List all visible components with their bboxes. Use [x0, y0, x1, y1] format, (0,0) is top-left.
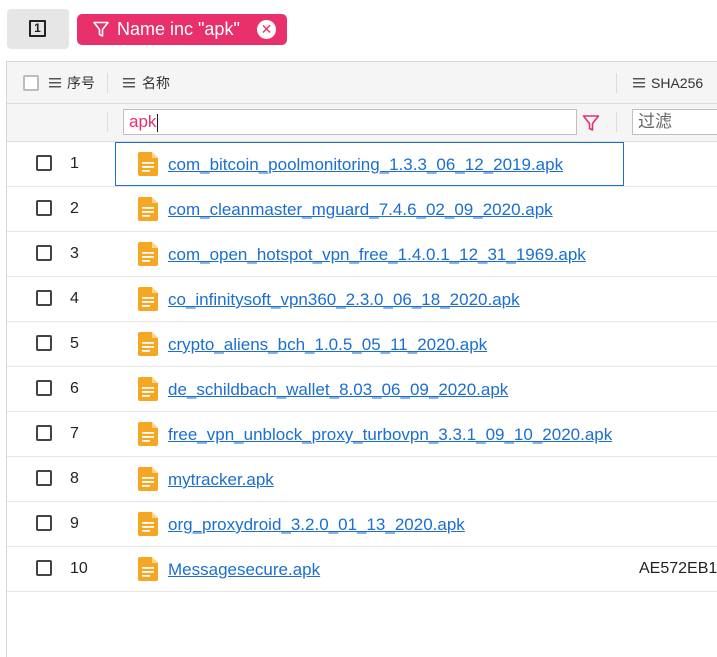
column-header-sha256[interactable]: SHA256	[651, 62, 703, 104]
row-index: 10	[70, 560, 88, 577]
sha256-cell: AE572EB1A	[639, 560, 717, 577]
row-index: 2	[70, 200, 79, 217]
file-icon	[138, 197, 158, 221]
file-link[interactable]: com_open_hotspot_vpn_free_1.4.0.1_12_31_…	[168, 232, 586, 278]
column-divider[interactable]	[107, 73, 108, 93]
column-header-name[interactable]: 名称	[142, 62, 170, 104]
text-caret	[157, 113, 159, 132]
table-row[interactable]: 9 org_proxydroid_3.2.0_01_13_2020.apk	[7, 502, 717, 547]
row-index: 8	[70, 470, 79, 487]
row-index: 4	[70, 290, 79, 307]
file-icon	[138, 467, 158, 491]
column-divider	[107, 112, 108, 132]
file-link[interactable]: co_infinitysoft_vpn360_2.3.0_06_18_2020.…	[168, 277, 520, 323]
remove-filter-icon[interactable]: ✕	[257, 20, 276, 39]
file-icon	[138, 332, 158, 356]
table-row[interactable]: 3 com_open_hotspot_vpn_free_1.4.0.1_12_3…	[7, 232, 717, 277]
file-link[interactable]: free_vpn_unblock_proxy_turbovpn_3.3.1_09…	[168, 412, 612, 458]
file-icon	[138, 557, 158, 581]
file-icon	[138, 287, 158, 311]
file-link[interactable]: org_proxydroid_3.2.0_01_13_2020.apk	[168, 502, 465, 548]
file-icon	[138, 152, 158, 176]
sha256-filter-input[interactable]: 过滤	[632, 109, 717, 135]
table-row[interactable]: 5 crypto_aliens_bch_1.0.5_05_11_2020.apk	[7, 322, 717, 367]
active-filter-chip[interactable]: Name inc "apk" ✕	[77, 14, 287, 45]
table-row[interactable]: 4 co_infinitysoft_vpn360_2.3.0_06_18_202…	[7, 277, 717, 322]
filter-chip-label: Name inc "apk"	[117, 19, 240, 39]
toolbar: 1 Name inc "apk" ✕	[0, 0, 717, 60]
table-row[interactable]: 10 Messagesecure.apk AE572EB1A	[7, 547, 717, 592]
grid-header: 序号 名称 SHA256	[7, 62, 717, 104]
row-index: 5	[70, 335, 79, 352]
file-link[interactable]: crypto_aliens_bch_1.0.5_05_11_2020.apk	[168, 322, 487, 368]
file-link[interactable]: com_bitcoin_poolmonitoring_1.3.3_06_12_2…	[168, 142, 563, 188]
row-index: 6	[70, 380, 79, 397]
row-index: 3	[70, 245, 79, 262]
row-checkbox[interactable]	[36, 245, 52, 261]
file-icon	[138, 512, 158, 536]
row-checkbox[interactable]	[36, 155, 52, 171]
column-menu-icon[interactable]	[49, 77, 61, 88]
row-index: 9	[70, 515, 79, 532]
row-checkbox[interactable]	[36, 200, 52, 216]
file-link[interactable]: com_cleanmaster_mguard_7.4.6_02_09_2020.…	[168, 187, 553, 233]
filter-icon	[93, 21, 109, 37]
row-checkbox[interactable]	[36, 560, 52, 576]
table-row[interactable]: 8 mytracker.apk	[7, 457, 717, 502]
file-link[interactable]: Messagesecure.apk	[168, 547, 320, 593]
panel-toggle-button[interactable]: 1	[7, 9, 69, 49]
row-checkbox[interactable]	[36, 425, 52, 441]
file-icon	[138, 242, 158, 266]
select-all-checkbox[interactable]	[23, 75, 39, 91]
row-index: 7	[70, 425, 79, 442]
column-header-seq[interactable]: 序号	[67, 62, 95, 104]
table-row[interactable]: 1 com_bitcoin_poolmonitoring_1.3.3_06_12…	[7, 142, 717, 187]
file-icon	[138, 422, 158, 446]
column-divider[interactable]	[616, 73, 617, 93]
panel-number-icon: 1	[29, 20, 46, 37]
column-menu-icon[interactable]	[123, 77, 135, 88]
filter-row: apk 过滤	[7, 104, 717, 142]
row-index: 1	[70, 155, 79, 172]
name-filter-input[interactable]: apk	[123, 109, 577, 135]
row-checkbox[interactable]	[36, 470, 52, 486]
row-checkbox[interactable]	[36, 380, 52, 396]
row-checkbox[interactable]	[36, 335, 52, 351]
table-row[interactable]: 2 com_cleanmaster_mguard_7.4.6_02_09_202…	[7, 187, 717, 232]
file-icon	[138, 377, 158, 401]
row-checkbox[interactable]	[36, 515, 52, 531]
table-row[interactable]: 7 free_vpn_unblock_proxy_turbovpn_3.3.1_…	[7, 412, 717, 457]
column-divider	[616, 112, 617, 132]
filter-active-icon[interactable]	[582, 114, 600, 132]
file-grid: 序号 名称 SHA256 apk 过滤 1 com_bitcoin_poolmo…	[6, 61, 717, 657]
file-link[interactable]: mytracker.apk	[168, 457, 274, 503]
file-link[interactable]: de_schildbach_wallet_8.03_06_09_2020.apk	[168, 367, 508, 413]
column-menu-icon[interactable]	[633, 77, 645, 88]
table-row[interactable]: 6 de_schildbach_wallet_8.03_06_09_2020.a…	[7, 367, 717, 412]
row-checkbox[interactable]	[36, 290, 52, 306]
